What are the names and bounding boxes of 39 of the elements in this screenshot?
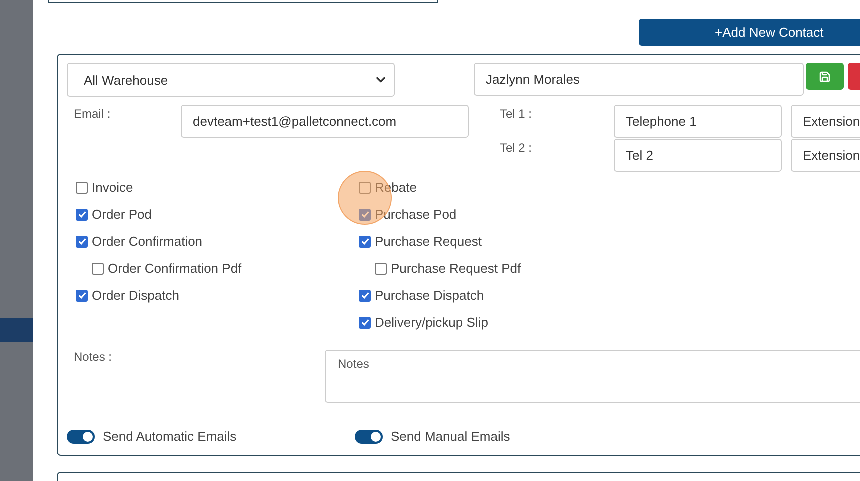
- warehouse-select[interactable]: All Warehouse: [67, 63, 395, 97]
- toggle-label: Send Manual Emails: [391, 429, 510, 444]
- checkbox[interactable]: [359, 236, 371, 248]
- checkbox-label: Purchase Dispatch: [375, 288, 484, 303]
- save-button[interactable]: [806, 63, 844, 90]
- email-field[interactable]: devteam+test1@palletconnect.com: [181, 105, 469, 138]
- toggle-label: Send Automatic Emails: [103, 429, 237, 444]
- checkbox[interactable]: [76, 290, 88, 302]
- checkbox[interactable]: [92, 262, 104, 274]
- add-contact-button[interactable]: +Add New Contact: [639, 19, 860, 46]
- checkbox[interactable]: [359, 290, 371, 302]
- checkbox[interactable]: [359, 316, 371, 328]
- checkbox-label: Purchase Request: [375, 234, 482, 249]
- checkbox-label: Invoice: [92, 180, 134, 195]
- checkbox-label: Purchase Request Pdf: [391, 261, 522, 276]
- checkbox[interactable]: [76, 182, 88, 194]
- notes-label: Notes :: [73, 350, 112, 364]
- checkbox[interactable]: [375, 262, 387, 274]
- checkbox-label: Order Dispatch: [92, 288, 180, 303]
- email-label: Email :: [73, 106, 112, 121]
- phone-field[interactable]: Tel 2: [614, 139, 782, 172]
- name-field[interactable]: Jazlynn Morales: [474, 63, 804, 96]
- toggle-switch[interactable]: [355, 430, 383, 444]
- extension-field[interactable]: Extension: [791, 139, 860, 172]
- save-icon: [819, 70, 831, 82]
- checkbox[interactable]: [76, 236, 88, 248]
- notes-field[interactable]: Notes: [325, 350, 860, 403]
- extension-field[interactable]: Extension: [791, 105, 860, 138]
- checkbox-label: Order Confirmation: [92, 234, 203, 249]
- toggle-switch[interactable]: [67, 430, 95, 444]
- checkbox[interactable]: [76, 208, 88, 220]
- phone-label: Tel 1 :: [500, 106, 534, 121]
- phone-label: Tel 2 :: [500, 140, 534, 155]
- checkbox-label: Delivery/pickup Slip: [375, 315, 488, 330]
- checkbox-label: Order Pod: [92, 207, 152, 222]
- checkbox[interactable]: [359, 182, 371, 194]
- checkbox-label: Order Confirmation Pdf: [108, 261, 242, 276]
- checkbox[interactable]: [359, 208, 371, 220]
- phone-field[interactable]: Telephone 1: [614, 105, 782, 138]
